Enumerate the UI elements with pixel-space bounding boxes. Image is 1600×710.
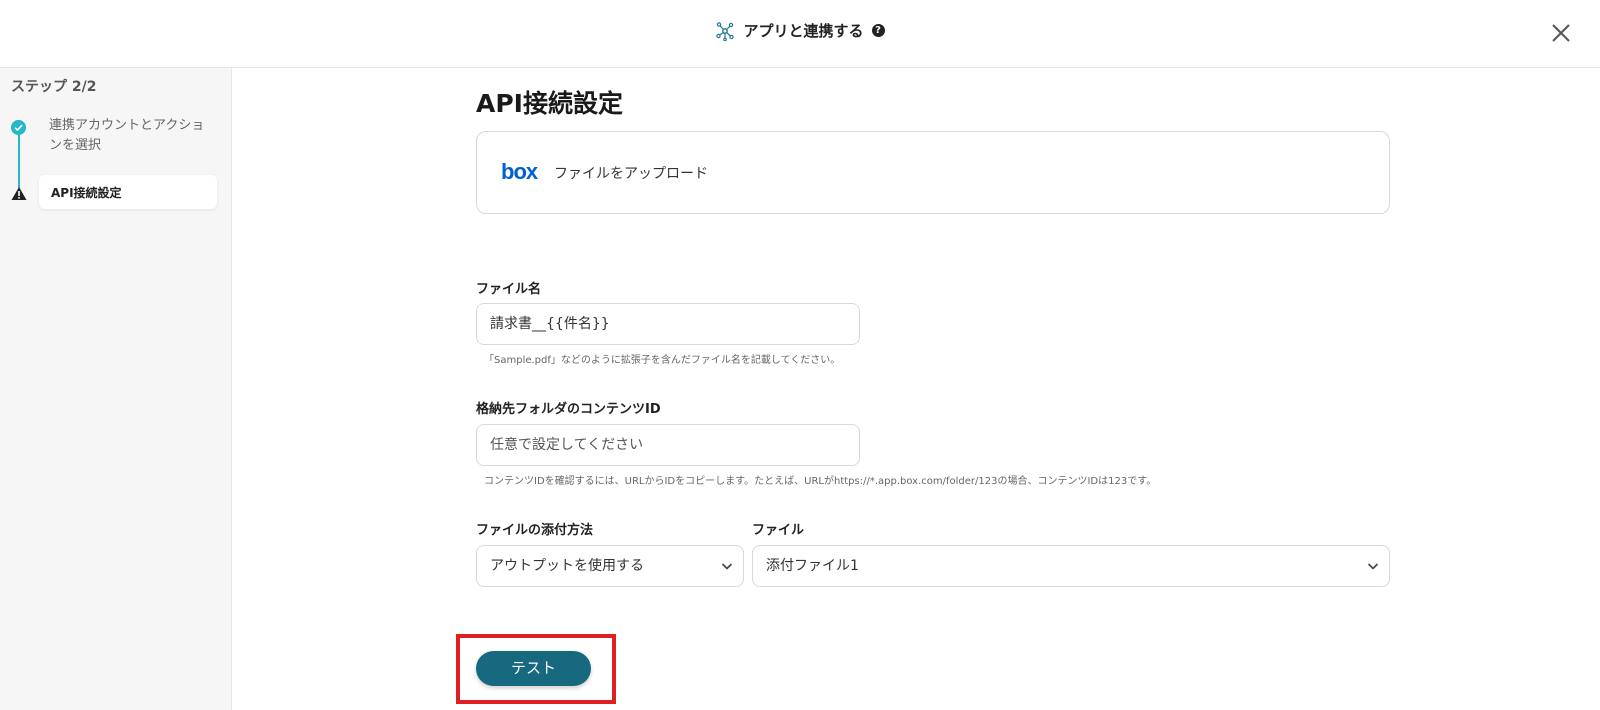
network-icon [716,21,735,41]
page-title: API接続設定 [476,89,623,118]
file-label: ファイル [752,523,805,538]
steps-sidebar: ステップ 2/2 連携アカウントとアクションを選択 API接続設定 [0,68,232,710]
step-counter: ステップ 2/2 [11,79,97,95]
help-icon[interactable]: ? [871,24,885,37]
chevron-down-icon [721,563,733,570]
box-logo-icon: box [501,159,538,184]
file-name-hint: 「Sample.pdf」などのように拡張子を含んだファイル名を記載してください。 [484,355,841,366]
sidebar-step-api-settings-label: API接続設定 [51,186,122,200]
modal-header: アプリと連携する ? [0,0,1600,68]
chevron-down-icon [1367,563,1379,570]
modal-title: アプリと連携する ? [0,20,1600,41]
test-button[interactable]: テスト [476,651,591,686]
app-action-card: box ファイルをアップロード [476,131,1390,214]
folder-id-hint: コンテンツIDを確認するには、URLからIDをコピーします。たとえば、URLがh… [484,476,1157,487]
check-icon [11,120,26,135]
attach-method-select[interactable]: アウトプットを使用する [476,545,744,587]
sidebar-step-select-action[interactable]: 連携アカウントとアクションを選択 [49,116,209,156]
step-connector [18,130,20,188]
file-name-input[interactable]: 請求書__{{件名}} [476,303,860,345]
attach-method-label: ファイルの添付方法 [476,523,594,538]
attach-method-value: アウトプットを使用する [490,558,644,574]
modal-title-text: アプリと連携する [743,22,864,40]
file-value: 添付ファイル1 [766,558,859,574]
file-name-label: ファイル名 [476,282,542,297]
file-select[interactable]: 添付ファイル1 [752,545,1390,587]
warning-icon [11,187,27,200]
folder-id-input[interactable]: 任意で設定してください [476,424,860,466]
sidebar-step-api-settings[interactable]: API接続設定 [39,175,217,209]
folder-id-label: 格納先フォルダのコンテンツID [476,402,661,417]
app-action-label: ファイルをアップロード [554,166,708,182]
close-icon[interactable] [1548,20,1574,46]
